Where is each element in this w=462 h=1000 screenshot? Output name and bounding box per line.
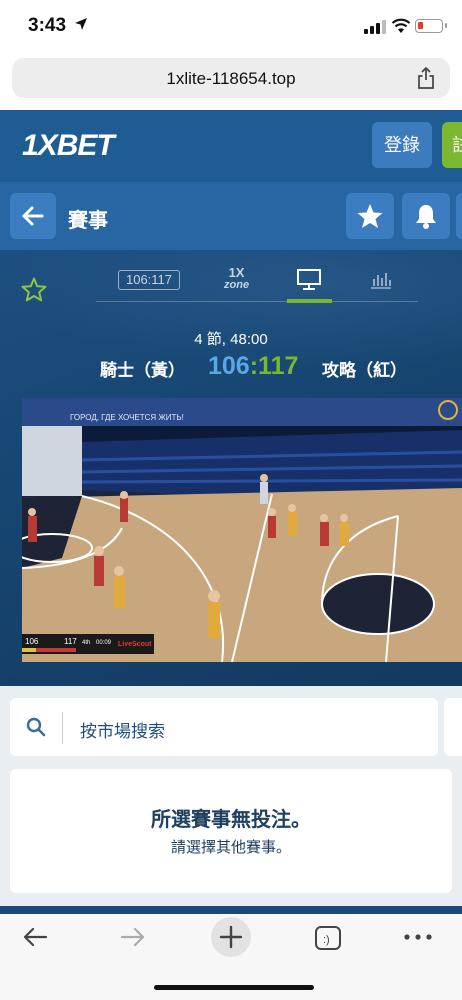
overlay-away-score: 117	[64, 637, 77, 646]
page-title: 賽事	[68, 210, 108, 232]
status-bar: 3:43	[0, 0, 462, 52]
login-button[interactable]: 登錄	[372, 122, 432, 168]
score: 106:117	[208, 352, 298, 381]
share-icon[interactable]	[416, 67, 436, 89]
bell-icon	[416, 205, 436, 229]
url-text: 1xlite-118654.top	[166, 69, 296, 88]
market-search[interactable]	[10, 698, 438, 756]
tab-1x-zone[interactable]: 1X zone	[224, 265, 250, 291]
tab-scoreboard[interactable]: 106:117	[118, 270, 180, 290]
home-team-name: 騎士（黃）	[100, 361, 185, 380]
search-divider	[62, 712, 63, 744]
home-indicator	[154, 985, 314, 990]
away-score: 117	[258, 352, 299, 380]
search-icon	[26, 717, 46, 737]
site-logo[interactable]: 1XBET	[22, 129, 115, 163]
more-button[interactable]	[456, 193, 462, 239]
notifications-button[interactable]	[402, 193, 450, 239]
empty-state-title: 所選賽事無投注。	[151, 809, 311, 831]
home-score: 106	[208, 352, 250, 380]
svg-text::): :)	[323, 934, 330, 946]
basketball-court-video: ГОРОД, ГДЕ ХОЧЕТСЯ ЖИТЬ! 106 117 4th 00:…	[22, 398, 462, 662]
star-icon	[357, 204, 383, 228]
address-bar[interactable]: 1xlite-118654.top	[12, 58, 450, 98]
zone-label-top: 1X	[228, 265, 245, 280]
active-tab-indicator	[287, 299, 332, 303]
register-button[interactable]: 註	[442, 122, 462, 168]
signal-icon	[364, 20, 386, 34]
empty-state-subtitle: 請選擇其他賽事。	[170, 839, 291, 856]
browser-forward-icon[interactable]	[118, 925, 148, 949]
back-button[interactable]	[10, 193, 56, 239]
tab-statistics[interactable]	[369, 270, 393, 290]
zone-label-bottom: zone	[224, 279, 250, 291]
favorite-button[interactable]	[346, 193, 394, 239]
wifi-icon	[391, 18, 411, 33]
market-filter[interactable]	[444, 698, 462, 756]
tab-video[interactable]	[296, 268, 322, 292]
browser-back-icon[interactable]	[20, 925, 50, 949]
overlay-home-score: 106	[25, 637, 39, 646]
new-tab-icon[interactable]	[210, 916, 252, 958]
search-placeholder[interactable]: 按市場搜索	[80, 717, 165, 742]
overlay-quarter: 4th	[82, 640, 90, 646]
video-player[interactable]: ГОРОД, ГДЕ ХОЧЕТСЯ ЖИТЬ! 106 117 4th 00:…	[22, 398, 462, 662]
score-separator: :	[249, 352, 259, 380]
arena-banner: ГОРОД, ГДЕ ХОЧЕТСЯ ЖИТЬ!	[70, 413, 184, 422]
overlay-clock: 00:09	[96, 640, 112, 646]
favorite-star-icon[interactable]	[20, 276, 48, 304]
back-arrow-icon	[22, 206, 44, 226]
tabs-icon[interactable]: :)	[314, 925, 342, 951]
battery-icon	[415, 19, 447, 33]
location-arrow-icon	[75, 18, 87, 30]
game-period: 4 節, 48:00	[194, 331, 268, 348]
livescout-brand: LiveScout	[118, 641, 152, 648]
status-time: 3:43	[28, 15, 67, 36]
footer-strip	[0, 906, 462, 914]
more-options-icon[interactable]	[403, 932, 433, 942]
away-team-name: 攻略（紅）	[322, 361, 407, 380]
